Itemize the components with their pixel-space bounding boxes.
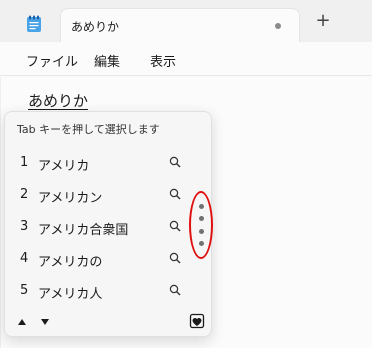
candidate-list: 1 アメリカ 2 アメリカン 3 アメリカ合衆国 4 アメリカの 5 アメリカ人 [5, 147, 213, 307]
search-icon[interactable] [169, 284, 181, 296]
notepad-window: あめりか + ファイル 編集 表示 あめりか Tab キーを押して選択します 1… [0, 0, 372, 348]
arrow-up-icon[interactable] [17, 318, 27, 326]
candidate-number: 4 [20, 251, 29, 266]
menu-view[interactable]: 表示 [150, 51, 176, 70]
candidate-number: 1 [20, 155, 29, 170]
candidate-number: 3 [20, 219, 29, 234]
tab-document[interactable]: あめりか [60, 8, 300, 42]
notepad-app-icon [27, 15, 41, 32]
candidate-item[interactable]: 3 アメリカ合衆国 [5, 211, 213, 243]
ime-hint: Tab キーを押して選択します [17, 123, 160, 136]
emoji-heart-icon[interactable] [189, 313, 205, 329]
candidate-item[interactable]: 4 アメリカの [5, 243, 213, 275]
arrow-down-icon[interactable] [40, 318, 50, 326]
ime-composition-text: あめりか [28, 92, 89, 110]
search-icon[interactable] [169, 252, 181, 264]
candidate-number: 5 [20, 283, 29, 298]
candidate-item[interactable]: 5 アメリカ人 [5, 275, 213, 307]
search-icon[interactable] [169, 156, 181, 168]
unsaved-dot-icon[interactable] [275, 23, 281, 29]
search-icon[interactable] [169, 220, 181, 232]
menu-bar: ファイル 編集 表示 [0, 42, 372, 76]
candidate-text: アメリカン [38, 191, 103, 206]
ime-candidate-window: Tab キーを押して選択します 1 アメリカ 2 アメリカン 3 アメリカ合衆国… [4, 111, 212, 337]
red-highlight-ring [189, 191, 213, 259]
candidate-text: アメリカ合衆国 [38, 223, 129, 238]
search-icon[interactable] [169, 188, 181, 200]
menu-file[interactable]: ファイル [26, 51, 78, 70]
candidate-text: アメリカ [38, 159, 90, 174]
candidate-text: アメリカ人 [38, 287, 103, 302]
candidate-number: 2 [20, 187, 29, 202]
tab-title: あめりか [71, 20, 120, 34]
new-tab-button[interactable]: + [314, 12, 332, 30]
candidate-text: アメリカの [38, 255, 103, 270]
title-bar: あめりか + [0, 0, 372, 42]
menu-edit[interactable]: 編集 [94, 51, 120, 70]
candidate-footer [5, 308, 213, 338]
candidate-scroll-indicator[interactable] [189, 191, 213, 259]
candidate-item[interactable]: 2 アメリカン [5, 179, 213, 211]
candidate-item[interactable]: 1 アメリカ [5, 147, 213, 179]
